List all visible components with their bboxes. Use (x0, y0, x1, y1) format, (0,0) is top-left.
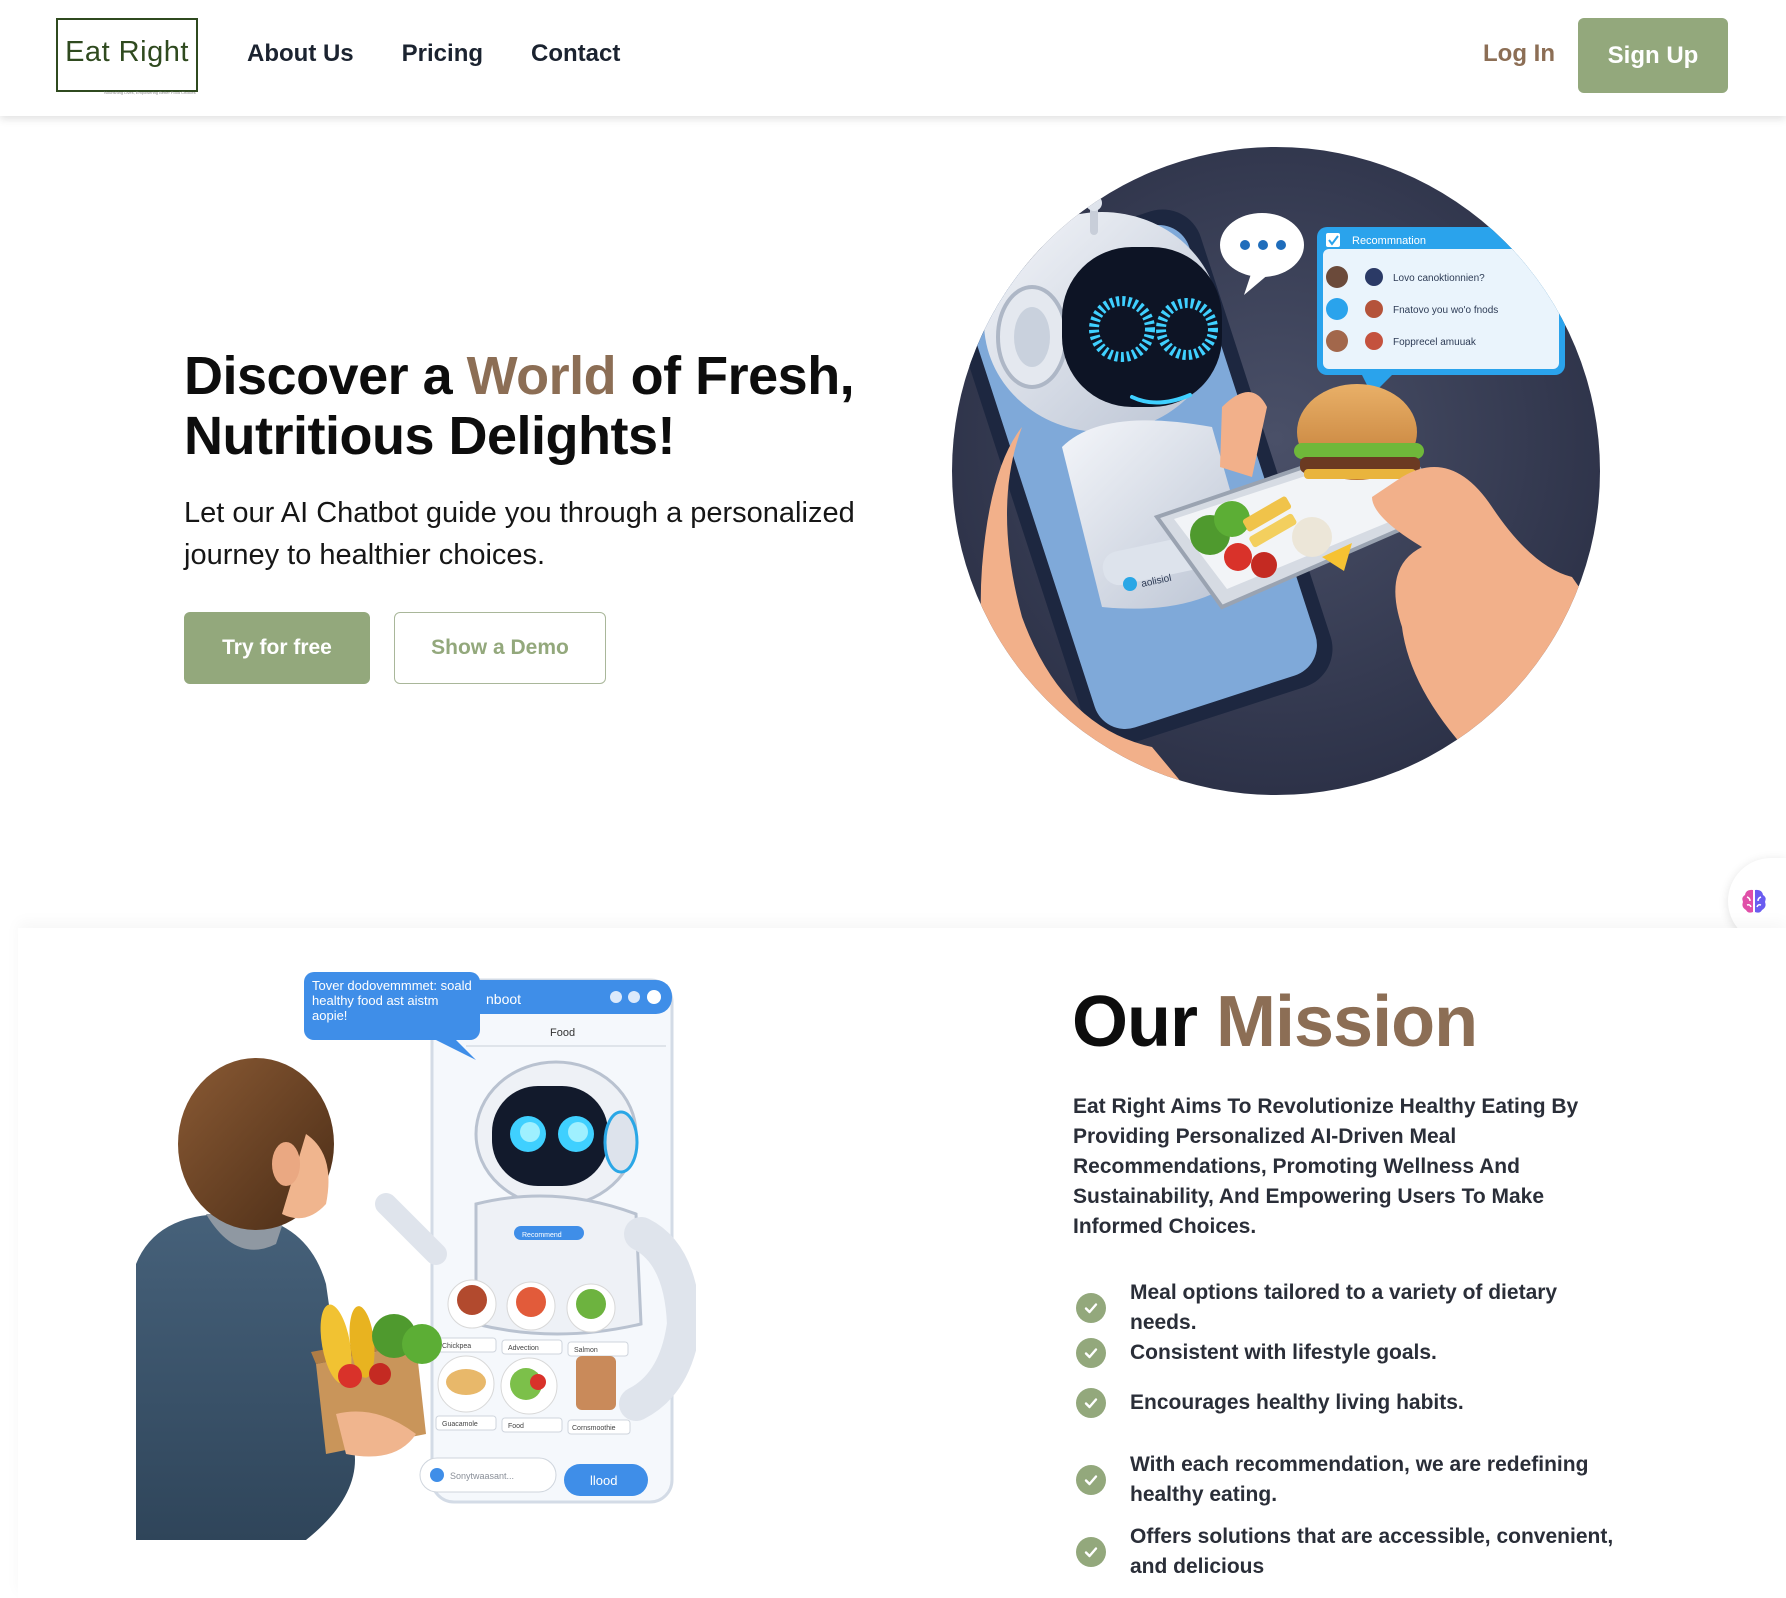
food-label-6: Cornsmoothie (572, 1425, 616, 1432)
check-circle-icon (1076, 1537, 1106, 1567)
panel-item-3: Fopprecel amuuak (1393, 337, 1477, 348)
check-circle-icon (1076, 1388, 1106, 1418)
robot-badge: Recommend (522, 1232, 562, 1239)
mission-title: Our Mission (1072, 980, 1478, 1064)
site-header: Eat Right Nourishing Lives, Empowering B… (0, 0, 1786, 116)
food-label-1: Chickpea (442, 1343, 471, 1350)
panel-item-2: Fnatovo you wo'o fnods (1393, 305, 1498, 316)
food-label-4: Guacamole (442, 1421, 478, 1428)
signup-button[interactable]: Sign Up (1578, 18, 1728, 93)
mission-title-accent: Mission (1216, 982, 1478, 1062)
panel-title: Recommnation (1352, 235, 1426, 247)
hero-subtitle: Let our AI Chatbot guide you through a p… (184, 497, 855, 571)
mission-title-part1: Our (1072, 982, 1217, 1062)
feature-item: Offers solutions that are accessible, co… (1076, 1522, 1636, 1582)
hero-title-accent: World (466, 346, 617, 406)
feature-text: Encourages healthy living habits. (1130, 1391, 1464, 1414)
panel-item-1: Lovo canoktionnien? (1393, 273, 1485, 284)
nav-about-us[interactable]: About Us (247, 40, 354, 68)
feature-text: Consistent with lifestyle goals. (1130, 1341, 1437, 1364)
check-circle-icon (1076, 1465, 1106, 1495)
logo-tagline: Nourishing Lives, Empowering Better Food… (104, 90, 196, 95)
food-label-5: Food (508, 1423, 524, 1430)
try-for-free-button[interactable]: Try for free (184, 612, 370, 684)
app-tab: Food (550, 1027, 575, 1039)
feature-text: Offers solutions that are accessible, co… (1130, 1525, 1614, 1578)
app-title: nboot (486, 991, 521, 1007)
mission-illustration: nboot Food Recommend Chickpea Advection … (136, 972, 696, 1540)
brain-icon (1742, 889, 1766, 913)
logo[interactable]: Eat Right Nourishing Lives, Empowering B… (56, 18, 198, 95)
feature-item: Meal options tailored to a variety of di… (1076, 1278, 1636, 1338)
hero-illustration: aolisiol Recommnation Lovo canoktionnien… (952, 147, 1600, 795)
hero-title: Discover a World of Fresh, Nutritious De… (184, 346, 884, 466)
feature-text: Meal options tailored to a variety of di… (1130, 1281, 1558, 1334)
feature-item: Consistent with lifestyle goals. (1076, 1338, 1636, 1368)
check-circle-icon (1076, 1338, 1106, 1368)
login-link[interactable]: Log In (1483, 40, 1555, 68)
feature-item: Encourages healthy living habits. (1076, 1388, 1636, 1418)
main-nav: About Us Pricing Contact (247, 40, 620, 68)
mission-description: Eat Right Aims To Revolutionize Healthy … (1073, 1095, 1579, 1238)
feature-text: With each recommendation, we are redefin… (1130, 1453, 1589, 1506)
nav-pricing[interactable]: Pricing (402, 40, 483, 68)
check-circle-icon (1076, 1293, 1106, 1323)
feature-item: With each recommendation, we are redefin… (1076, 1450, 1636, 1510)
show-demo-button[interactable]: Show a Demo (394, 612, 606, 684)
app-input-placeholder: Sonytwaasant... (450, 1471, 514, 1481)
food-label-3: Salmon (574, 1347, 598, 1354)
hero-title-part1: Discover a (184, 346, 467, 406)
food-label-2: Advection (508, 1345, 539, 1352)
app-send-label: llood (590, 1473, 617, 1488)
logo-text: Eat Right (65, 36, 189, 68)
nav-contact[interactable]: Contact (531, 40, 620, 68)
speech-bubble-text: Tover dodovemmmet: soald healthy food as… (312, 978, 472, 1023)
